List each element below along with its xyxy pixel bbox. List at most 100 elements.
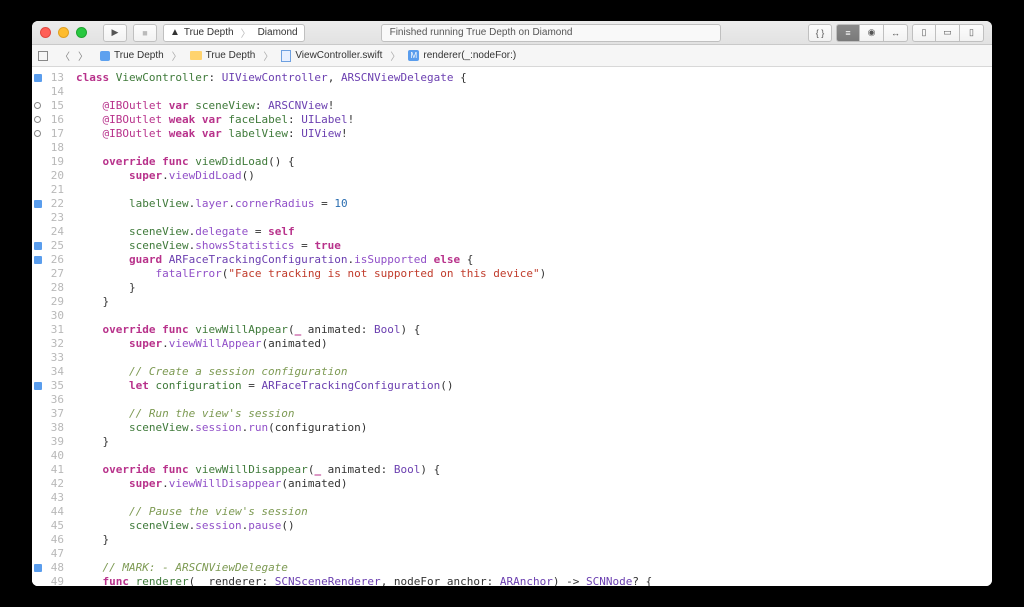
- nav-forward-button[interactable]: 〉: [78, 48, 88, 63]
- code-line[interactable]: // Run the view's session: [76, 407, 992, 421]
- code-line[interactable]: [76, 309, 992, 323]
- line-number[interactable]: 47: [32, 547, 64, 561]
- line-number[interactable]: 36: [32, 393, 64, 407]
- code-line[interactable]: let configuration = ARFaceTrackingConfig…: [76, 379, 992, 393]
- code-line[interactable]: sceneView.session.pause(): [76, 519, 992, 533]
- line-number[interactable]: 37: [32, 407, 64, 421]
- code-line[interactable]: // MARK: - ARSCNViewDelegate: [76, 561, 992, 575]
- line-number[interactable]: 35: [32, 379, 64, 393]
- assistant-editor-button[interactable]: ◉: [860, 24, 884, 42]
- crumb-symbol[interactable]: M renderer(_:nodeFor:): [408, 50, 516, 61]
- outlet-marker-icon[interactable]: [34, 102, 41, 109]
- code-line[interactable]: @IBOutlet weak var labelView: UIView!: [76, 127, 992, 141]
- related-items-icon[interactable]: [38, 51, 48, 61]
- code-line[interactable]: }: [76, 435, 992, 449]
- line-number[interactable]: 34: [32, 365, 64, 379]
- line-number[interactable]: 44: [32, 505, 64, 519]
- breakpoint-marker-icon[interactable]: [34, 382, 42, 390]
- code-line[interactable]: [76, 547, 992, 561]
- code-line[interactable]: guard ARFaceTrackingConfiguration.isSupp…: [76, 253, 992, 267]
- code-line[interactable]: [76, 449, 992, 463]
- line-number[interactable]: 27: [32, 267, 64, 281]
- code-line[interactable]: @IBOutlet weak var faceLabel: UILabel!: [76, 113, 992, 127]
- close-window-button[interactable]: [40, 27, 51, 38]
- nav-back-button[interactable]: 〈: [60, 48, 70, 63]
- code-line[interactable]: }: [76, 533, 992, 547]
- code-line[interactable]: sceneView.showsStatistics = true: [76, 239, 992, 253]
- line-number[interactable]: 17: [32, 127, 64, 141]
- line-number[interactable]: 45: [32, 519, 64, 533]
- line-number[interactable]: 43: [32, 491, 64, 505]
- minimize-window-button[interactable]: [58, 27, 69, 38]
- code-area[interactable]: class ViewController: UIViewController, …: [70, 67, 992, 586]
- code-line[interactable]: [76, 141, 992, 155]
- line-number[interactable]: 42: [32, 477, 64, 491]
- toggle-navigator-button[interactable]: ▯: [912, 24, 936, 42]
- code-line[interactable]: override func viewWillDisappear(_ animat…: [76, 463, 992, 477]
- code-line[interactable]: [76, 491, 992, 505]
- line-number[interactable]: 14: [32, 85, 64, 99]
- line-number[interactable]: 28: [32, 281, 64, 295]
- code-line[interactable]: override func viewWillAppear(_ animated:…: [76, 323, 992, 337]
- outlet-marker-icon[interactable]: [34, 116, 41, 123]
- line-number[interactable]: 32: [32, 337, 64, 351]
- line-number[interactable]: 22: [32, 197, 64, 211]
- toggle-debug-area-button[interactable]: ▭: [936, 24, 960, 42]
- code-line[interactable]: [76, 393, 992, 407]
- code-line[interactable]: // Pause the view's session: [76, 505, 992, 519]
- library-button[interactable]: { }: [808, 24, 832, 42]
- code-line[interactable]: // Create a session configuration: [76, 365, 992, 379]
- line-number[interactable]: 33: [32, 351, 64, 365]
- breakpoint-marker-icon[interactable]: [34, 242, 42, 250]
- line-number[interactable]: 13: [32, 71, 64, 85]
- code-line[interactable]: class ViewController: UIViewController, …: [76, 71, 992, 85]
- code-line[interactable]: }: [76, 281, 992, 295]
- breakpoint-marker-icon[interactable]: [34, 256, 42, 264]
- breakpoint-marker-icon[interactable]: [34, 74, 42, 82]
- line-number[interactable]: 16: [32, 113, 64, 127]
- code-line[interactable]: super.viewWillDisappear(animated): [76, 477, 992, 491]
- line-number-gutter[interactable]: 1314151617181920212223242526272829303132…: [32, 67, 70, 586]
- code-line[interactable]: [76, 183, 992, 197]
- run-button[interactable]: ▶: [103, 24, 127, 42]
- line-number[interactable]: 19: [32, 155, 64, 169]
- line-number[interactable]: 29: [32, 295, 64, 309]
- code-line[interactable]: [76, 85, 992, 99]
- code-line[interactable]: }: [76, 295, 992, 309]
- code-line[interactable]: func renderer(_ renderer: SCNSceneRender…: [76, 575, 992, 586]
- outlet-marker-icon[interactable]: [34, 130, 41, 137]
- crumb-project[interactable]: True Depth: [100, 50, 164, 61]
- line-number[interactable]: 24: [32, 225, 64, 239]
- line-number[interactable]: 38: [32, 421, 64, 435]
- line-number[interactable]: 15: [32, 99, 64, 113]
- line-number[interactable]: 46: [32, 533, 64, 547]
- line-number[interactable]: 23: [32, 211, 64, 225]
- line-number[interactable]: 21: [32, 183, 64, 197]
- line-number[interactable]: 41: [32, 463, 64, 477]
- line-number[interactable]: 49: [32, 575, 64, 586]
- line-number[interactable]: 26: [32, 253, 64, 267]
- source-editor[interactable]: 1314151617181920212223242526272829303132…: [32, 67, 992, 586]
- breakpoint-marker-icon[interactable]: [34, 200, 42, 208]
- line-number[interactable]: 25: [32, 239, 64, 253]
- code-line[interactable]: sceneView.session.run(configuration): [76, 421, 992, 435]
- code-line[interactable]: super.viewWillAppear(animated): [76, 337, 992, 351]
- scheme-selector[interactable]: ▲ True Depth 〉 Diamond: [163, 24, 305, 42]
- line-number[interactable]: 18: [32, 141, 64, 155]
- standard-editor-button[interactable]: ≡: [836, 24, 860, 42]
- code-line[interactable]: labelView.layer.cornerRadius = 10: [76, 197, 992, 211]
- breakpoint-marker-icon[interactable]: [34, 564, 42, 572]
- line-number[interactable]: 30: [32, 309, 64, 323]
- code-line[interactable]: override func viewDidLoad() {: [76, 155, 992, 169]
- code-line[interactable]: @IBOutlet var sceneView: ARSCNView!: [76, 99, 992, 113]
- line-number[interactable]: 48: [32, 561, 64, 575]
- line-number[interactable]: 20: [32, 169, 64, 183]
- line-number[interactable]: 40: [32, 449, 64, 463]
- crumb-file[interactable]: ViewController.swift: [281, 50, 382, 62]
- version-editor-button[interactable]: ↔: [884, 24, 908, 42]
- crumb-group[interactable]: True Depth: [190, 50, 256, 61]
- code-line[interactable]: sceneView.delegate = self: [76, 225, 992, 239]
- code-line[interactable]: [76, 351, 992, 365]
- stop-button[interactable]: ■: [133, 24, 157, 42]
- code-line[interactable]: fatalError("Face tracking is not support…: [76, 267, 992, 281]
